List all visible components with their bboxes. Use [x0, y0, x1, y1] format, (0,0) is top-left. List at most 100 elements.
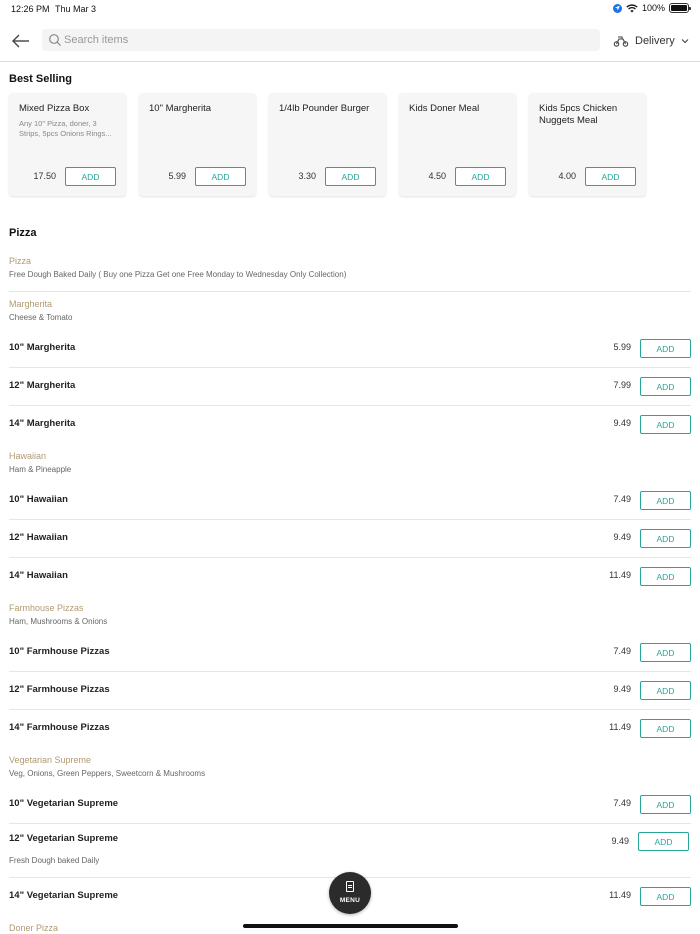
status-right: 100% — [612, 3, 691, 13]
search-box[interactable] — [42, 29, 600, 51]
add-button[interactable]: ADD — [640, 887, 691, 906]
card-price: 4.50 — [428, 171, 446, 181]
location-icon — [612, 3, 622, 13]
item-price: 5.99 — [613, 342, 631, 352]
menu-item-row[interactable]: 10" Farmhouse Pizzas 7.49 ADD — [9, 634, 691, 672]
item-name: 14" Vegetarian Supreme — [9, 890, 119, 901]
menu-item-row[interactable]: 10" Margherita 5.99 ADD — [9, 330, 691, 368]
wifi-icon — [626, 3, 638, 13]
add-button[interactable]: ADD — [455, 167, 506, 186]
category-name: Farmhouse Pizzas — [9, 603, 84, 613]
item-price: 9.49 — [613, 418, 631, 428]
item-name: 10" Vegetarian Supreme — [9, 798, 119, 809]
category-header: Margherita Cheese & Tomato — [0, 292, 700, 330]
category-description: Ham & Pineapple — [9, 465, 72, 474]
item-name: 10" Farmhouse Pizzas — [9, 646, 110, 657]
item-price: 7.49 — [613, 494, 631, 504]
add-button[interactable]: ADD — [640, 415, 691, 434]
card-price: 4.00 — [558, 171, 576, 181]
card-description: Any 10" Pizza, doner, 3 Strips, 5pcs Oni… — [19, 119, 112, 138]
home-indicator[interactable] — [243, 924, 458, 928]
add-button[interactable]: ADD — [585, 167, 636, 186]
back-arrow-icon[interactable] — [10, 30, 32, 52]
menu-document-icon — [346, 881, 354, 892]
best-selling-card[interactable]: Kids 5pcs Chicken Nuggets Meal 4.00 ADD — [529, 93, 646, 196]
menu-list[interactable]: Pizza Pizza Free Dough Baked Daily ( Buy… — [0, 225, 700, 934]
item-name: 14" Farmhouse Pizzas — [9, 722, 110, 733]
add-button[interactable]: ADD — [640, 529, 691, 548]
add-button[interactable]: ADD — [638, 832, 689, 851]
scooter-icon — [613, 36, 629, 47]
item-name: 12" Farmhouse Pizzas — [9, 684, 110, 695]
menu-item-row[interactable]: 10" Vegetarian Supreme 7.49 ADD — [9, 786, 691, 824]
card-price: 5.99 — [168, 171, 186, 181]
best-selling-card[interactable]: 10" Margherita 5.99 ADD — [139, 93, 256, 196]
category-header: Farmhouse Pizzas Ham, Mushrooms & Onions — [0, 596, 700, 634]
menu-button-label: MENU — [339, 897, 361, 904]
delivery-selector[interactable]: Delivery — [613, 31, 689, 51]
status-time: 12:26 PM — [11, 4, 50, 14]
category-description: Cheese & Tomato — [9, 313, 73, 322]
menu-item-row[interactable]: 12" Vegetarian Supreme 9.49 ADD Fresh Do… — [9, 824, 691, 878]
menu-item-row[interactable]: 14" Farmhouse Pizzas 11.49 ADD — [9, 710, 691, 748]
category-name: Pizza — [9, 256, 32, 266]
card-price: 17.50 — [33, 171, 56, 181]
menu-button[interactable]: MENU — [329, 872, 371, 914]
menu-item-row[interactable]: 14" Hawaiian 11.49 ADD — [9, 558, 691, 596]
item-price: 9.49 — [611, 836, 629, 846]
add-button[interactable]: ADD — [640, 681, 691, 700]
add-button[interactable]: ADD — [640, 643, 691, 662]
add-button[interactable]: ADD — [325, 167, 376, 186]
item-price: 7.99 — [613, 380, 631, 390]
item-price: 9.49 — [613, 684, 631, 694]
menu-item-row[interactable]: 14" Margherita 9.49 ADD — [9, 406, 691, 444]
best-selling-carousel[interactable]: Mixed Pizza Box Any 10" Pizza, doner, 3 … — [9, 93, 646, 196]
category-name: Hawaiian — [9, 451, 47, 461]
item-name: 14" Margherita — [9, 418, 76, 429]
add-button[interactable]: ADD — [640, 339, 691, 358]
add-button[interactable]: ADD — [640, 377, 691, 396]
category-intro: Pizza Free Dough Baked Daily ( Buy one P… — [9, 251, 691, 292]
category-description: Ham, Mushrooms & Onions — [9, 617, 108, 626]
item-price: 11.49 — [609, 890, 631, 900]
status-bar: 12:26 PM Thu Mar 3 100% — [0, 0, 700, 18]
item-price: 7.49 — [613, 646, 631, 656]
status-date: Thu Mar 3 — [55, 4, 97, 14]
best-selling-card[interactable]: 1/4lb Pounder Burger 3.30 ADD — [269, 93, 386, 196]
category-header: Vegetarian Supreme Veg, Onions, Green Pe… — [0, 748, 700, 786]
add-button[interactable]: ADD — [640, 795, 691, 814]
card-title: Mixed Pizza Box — [19, 103, 90, 114]
header: Delivery — [0, 24, 700, 62]
search-input[interactable] — [64, 29, 584, 51]
battery-icon — [669, 3, 691, 13]
menu-item-row[interactable]: 10" Hawaiian 7.49 ADD — [9, 482, 691, 520]
battery-percent: 100% — [641, 3, 665, 13]
add-button[interactable]: ADD — [195, 167, 246, 186]
item-name: 12" Hawaiian — [9, 532, 68, 543]
category-description: Free Dough Baked Daily ( Buy one Pizza G… — [9, 270, 347, 279]
item-note: Fresh Dough baked Daily — [9, 856, 100, 865]
best-selling-card[interactable]: Mixed Pizza Box Any 10" Pizza, doner, 3 … — [9, 93, 126, 196]
card-title: Kids Doner Meal — [409, 103, 480, 114]
item-name: 12" Margherita — [9, 380, 76, 391]
item-name: 14" Hawaiian — [9, 570, 68, 581]
menu-item-row[interactable]: 12" Hawaiian 9.49 ADD — [9, 520, 691, 558]
menu-item-row[interactable]: 12" Farmhouse Pizzas 9.49 ADD — [9, 672, 691, 710]
add-button[interactable]: ADD — [640, 719, 691, 738]
delivery-label: Delivery — [635, 35, 675, 47]
card-price: 3.30 — [298, 171, 316, 181]
best-selling-card[interactable]: Kids Doner Meal 4.50 ADD — [399, 93, 516, 196]
search-icon — [49, 34, 61, 46]
best-selling-title: Best Selling — [9, 73, 72, 85]
item-name: 10" Margherita — [9, 342, 76, 353]
item-price: 7.49 — [613, 798, 631, 808]
category-header: Hawaiian Ham & Pineapple — [0, 444, 700, 482]
chevron-down-icon — [681, 39, 689, 44]
item-name: 12" Vegetarian Supreme — [9, 833, 119, 844]
item-price: 9.49 — [613, 532, 631, 542]
add-button[interactable]: ADD — [640, 491, 691, 510]
menu-section-title: Pizza — [9, 227, 37, 239]
add-button[interactable]: ADD — [65, 167, 116, 186]
menu-item-row[interactable]: 12" Margherita 7.99 ADD — [9, 368, 691, 406]
add-button[interactable]: ADD — [640, 567, 691, 586]
